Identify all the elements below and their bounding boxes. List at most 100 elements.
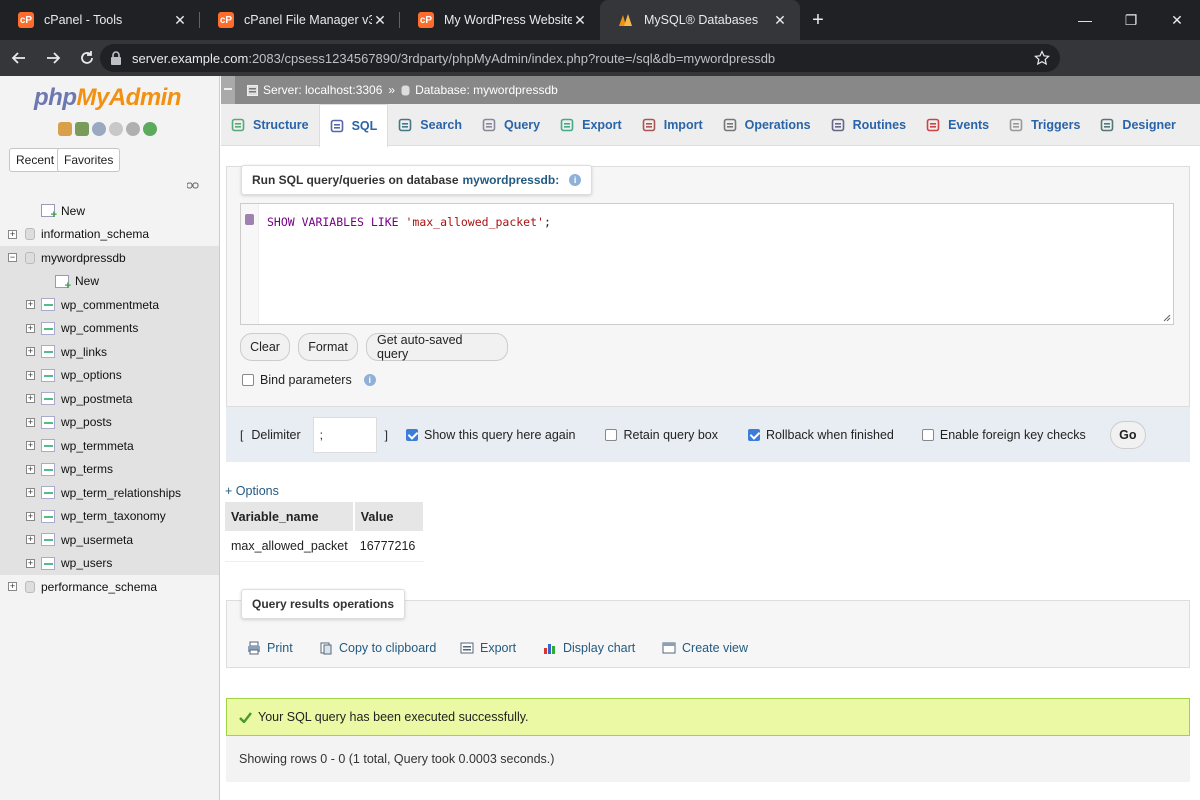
retain-query-checkbox[interactable] xyxy=(605,428,618,441)
table-icon[interactable] xyxy=(41,486,55,500)
legend-db-link[interactable]: mywordpressdb: xyxy=(463,173,560,187)
tab-search[interactable]: Search xyxy=(388,104,472,146)
expand-icon[interactable]: + xyxy=(8,229,17,239)
tree-item-label[interactable]: wp_term_relationships xyxy=(61,486,181,500)
back-arrow-icon[interactable] xyxy=(4,43,34,73)
resize-handle-icon[interactable] xyxy=(1161,312,1171,322)
rollback-option[interactable]: Rollback when finished xyxy=(748,428,894,442)
tree-item-label[interactable]: New xyxy=(61,204,85,218)
recent-button[interactable]: Recent xyxy=(9,148,62,172)
display-chart-link[interactable]: Display chart xyxy=(543,641,635,655)
tab-operations[interactable]: Operations xyxy=(713,104,821,146)
tree-item-label[interactable]: wp_posts xyxy=(61,415,112,429)
tree-item-label[interactable]: performance_schema xyxy=(41,580,157,594)
info-icon[interactable]: i xyxy=(569,174,582,186)
tree-item-label[interactable]: wp_terms xyxy=(61,462,113,476)
tree-table-item[interactable]: + wp_terms xyxy=(0,457,219,481)
delimiter-input[interactable]: ; xyxy=(312,416,377,453)
tree-item-label[interactable]: wp_options xyxy=(61,368,122,382)
table-icon[interactable] xyxy=(41,439,55,453)
browser-tab-cpanel-tools[interactable]: cP cPanel - Tools ✕ xyxy=(0,0,200,40)
options-link[interactable]: + Options xyxy=(225,484,279,498)
tree-table-item[interactable]: + wp_comments xyxy=(0,316,219,340)
tree-table-item[interactable]: + wp_usermeta xyxy=(0,528,219,552)
table-icon[interactable] xyxy=(41,368,55,382)
favorites-button[interactable]: Favorites xyxy=(57,148,121,172)
lock-icon[interactable] xyxy=(110,51,122,65)
create-view-link[interactable]: Create view xyxy=(662,641,748,655)
tree-item-label[interactable]: wp_comments xyxy=(61,321,138,335)
tree-item-label[interactable]: wp_termmeta xyxy=(61,439,134,453)
expand-icon[interactable]: + xyxy=(26,464,35,474)
expand-icon[interactable]: + xyxy=(26,441,35,451)
browser-tab-wordpress[interactable]: cP My WordPress Website ✕ xyxy=(400,0,600,40)
expand-icon[interactable]: + xyxy=(26,417,35,427)
tree-table-item[interactable]: + wp_options xyxy=(0,363,219,387)
tab-query[interactable]: Query xyxy=(472,104,550,146)
sql-editor[interactable]: SHOW VARIABLES LIKE 'max_allowed_packet'… xyxy=(240,203,1174,325)
expand-icon[interactable]: + xyxy=(26,488,35,498)
tree-database-item[interactable]: − mywordpressdb xyxy=(0,246,219,270)
new-item-icon[interactable] xyxy=(55,274,71,292)
tab-structure[interactable]: Structure xyxy=(221,104,319,146)
expand-icon[interactable]: + xyxy=(26,300,35,310)
tab-events[interactable]: Events xyxy=(916,104,999,146)
tree-item-label[interactable]: wp_commentmeta xyxy=(61,298,159,312)
database-icon[interactable] xyxy=(25,251,35,264)
tree-table-item[interactable]: + wp_termmeta xyxy=(0,434,219,458)
go-button[interactable]: Go xyxy=(1109,420,1146,449)
clear-button[interactable]: Clear xyxy=(240,333,290,361)
tree-item-label[interactable]: wp_postmeta xyxy=(61,392,132,406)
tree-item-label[interactable]: information_schema xyxy=(41,227,149,241)
tree-item-label[interactable]: wp_term_taxonomy xyxy=(61,509,166,523)
expand-icon[interactable]: + xyxy=(26,323,35,333)
table-icon[interactable] xyxy=(41,321,55,335)
column-header[interactable]: Variable_name xyxy=(225,502,355,531)
tree-table-item[interactable]: + wp_commentmeta xyxy=(0,293,219,317)
foreign-key-checkbox[interactable] xyxy=(921,428,934,441)
table-icon[interactable] xyxy=(41,462,55,476)
expand-icon[interactable]: + xyxy=(8,582,17,592)
tree-item-label[interactable]: wp_links xyxy=(61,345,107,359)
show-query-option[interactable]: Show this query here again xyxy=(406,428,575,442)
expand-icon[interactable]: + xyxy=(26,347,35,357)
table-icon[interactable] xyxy=(41,533,55,547)
tree-item-label[interactable]: wp_users xyxy=(61,556,112,570)
restore-icon[interactable]: ❐ xyxy=(1108,0,1154,40)
database-icon[interactable] xyxy=(25,228,35,241)
tree-table-item[interactable]: + wp_postmeta xyxy=(0,387,219,411)
tree-item-label[interactable]: wp_usermeta xyxy=(61,533,133,547)
reload-icon[interactable] xyxy=(72,43,102,73)
docs-icon[interactable] xyxy=(109,122,123,136)
tree-database-item[interactable]: + information_schema xyxy=(0,223,219,247)
tree-table-item[interactable]: + wp_users xyxy=(0,551,219,575)
close-window-icon[interactable]: ✕ xyxy=(1154,0,1200,40)
table-icon[interactable] xyxy=(41,298,55,312)
browser-tab-file-manager[interactable]: cP cPanel File Manager v3 ✕ xyxy=(200,0,400,40)
expand-icon[interactable]: + xyxy=(26,370,35,380)
expand-icon[interactable]: + xyxy=(26,558,35,568)
copy-to-clipboard-link[interactable]: Copy to clipboard xyxy=(319,641,436,655)
settings-icon[interactable] xyxy=(126,122,140,136)
tree-new-item[interactable]: New xyxy=(0,269,219,293)
tab-triggers[interactable]: Triggers xyxy=(999,104,1090,146)
collapse-all-link-icon[interactable] xyxy=(187,182,199,190)
table-icon[interactable] xyxy=(41,509,55,523)
reload-nav-icon[interactable] xyxy=(143,122,157,136)
tab-import[interactable]: Import xyxy=(632,104,713,146)
sql-query-window-icon[interactable] xyxy=(92,122,106,136)
retain-query-option[interactable]: Retain query box xyxy=(605,428,718,442)
new-tab-button[interactable]: + xyxy=(800,0,836,40)
close-tab-icon[interactable]: ✕ xyxy=(772,12,788,28)
tree-item-label[interactable]: New xyxy=(75,274,99,288)
address-bar[interactable]: server.example.com:2083/cpsess1234567890… xyxy=(100,44,1060,72)
toggle-sidebar-icon[interactable] xyxy=(221,76,235,104)
tree-table-item[interactable]: + wp_term_relationships xyxy=(0,481,219,505)
tree-table-item[interactable]: + wp_posts xyxy=(0,410,219,434)
close-tab-icon[interactable]: ✕ xyxy=(172,12,188,28)
print-link[interactable]: Print xyxy=(247,641,293,655)
browser-tab-mysql-databases[interactable]: MySQL® Databases ✕ xyxy=(600,0,800,40)
home-icon[interactable] xyxy=(58,122,72,136)
breadcrumb-server[interactable]: Server: localhost:3306 xyxy=(263,83,382,97)
table-icon[interactable] xyxy=(41,392,55,406)
